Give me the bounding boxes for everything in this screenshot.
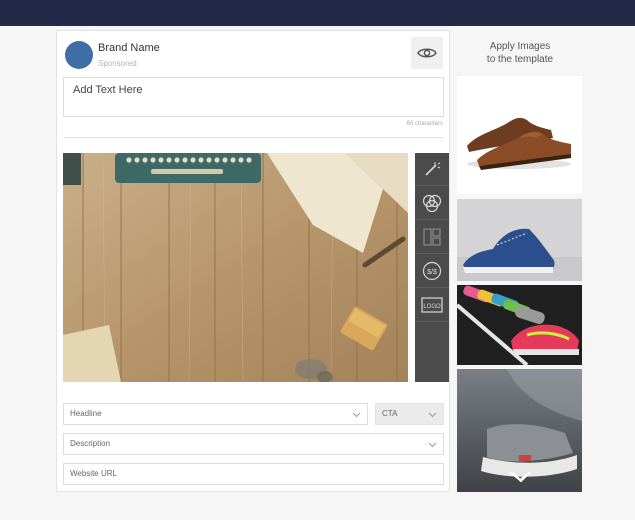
price-tag-icon: $/$ [422, 261, 442, 281]
cta-select[interactable]: CTA [375, 403, 444, 425]
headline-label: Headline [70, 409, 102, 418]
logo-icon: LOGO [421, 297, 443, 313]
website-url-label: Website URL [70, 469, 117, 478]
headline-select[interactable]: Headline [63, 403, 368, 425]
blue-sneaker-photo [457, 199, 582, 281]
brand-avatar[interactable] [65, 41, 93, 69]
layout-tool[interactable] [415, 221, 449, 254]
chevron-down-icon [352, 412, 361, 418]
preview-button[interactable] [411, 37, 443, 69]
apply-images-title-line1: Apply Images [489, 41, 551, 52]
eye-icon [417, 48, 437, 58]
description-label: Description [70, 439, 111, 448]
price-tag-tool[interactable]: $/$ [415, 255, 449, 288]
magic-wand-icon [425, 162, 441, 176]
colorful-sneakers-photo [457, 285, 582, 365]
brown-shoes-photo [467, 117, 571, 170]
cta-label: CTA [382, 409, 398, 418]
top-navigation-bar [0, 0, 635, 26]
template-image-brown-shoes[interactable] [457, 76, 582, 194]
website-url-input[interactable]: Website URL [63, 463, 444, 485]
wooden-desk-photo [63, 153, 408, 382]
ad-image[interactable] [63, 153, 408, 382]
template-image-blue-sneaker[interactable] [457, 199, 582, 281]
scroll-down-chevron-icon[interactable] [508, 469, 532, 483]
template-image-colorful-sneakers[interactable] [457, 285, 582, 365]
color-filter-icon [422, 194, 442, 213]
chevron-down-icon [428, 412, 437, 418]
logo-tool-label: LOGO [423, 304, 441, 310]
image-tools-panel: $/$ LOGO [415, 153, 449, 382]
divider [63, 137, 444, 138]
sponsored-label: Sponsored. [98, 59, 139, 68]
layout-icon [423, 228, 441, 246]
brand-name[interactable]: Brand Name [98, 42, 160, 54]
chevron-down-icon [428, 442, 437, 448]
apply-images-title: Apply Images to the template [458, 40, 582, 66]
apply-images-title-line2: to the template [486, 54, 554, 65]
post-text-input[interactable]: Add Text Here [63, 77, 444, 117]
description-select[interactable]: Description [63, 433, 444, 455]
character-count: 60 characters [406, 121, 443, 127]
color-filter-tool[interactable] [415, 187, 449, 220]
price-tag-label: $/$ [427, 269, 437, 276]
post-text-placeholder: Add Text Here [73, 84, 143, 96]
template-image-jeans-sneaker[interactable] [457, 369, 582, 492]
ad-preview-card: Brand Name Sponsored. Add Text Here 60 c… [56, 30, 450, 492]
magic-wand-tool[interactable] [415, 153, 449, 186]
logo-tool[interactable]: LOGO [415, 289, 449, 322]
